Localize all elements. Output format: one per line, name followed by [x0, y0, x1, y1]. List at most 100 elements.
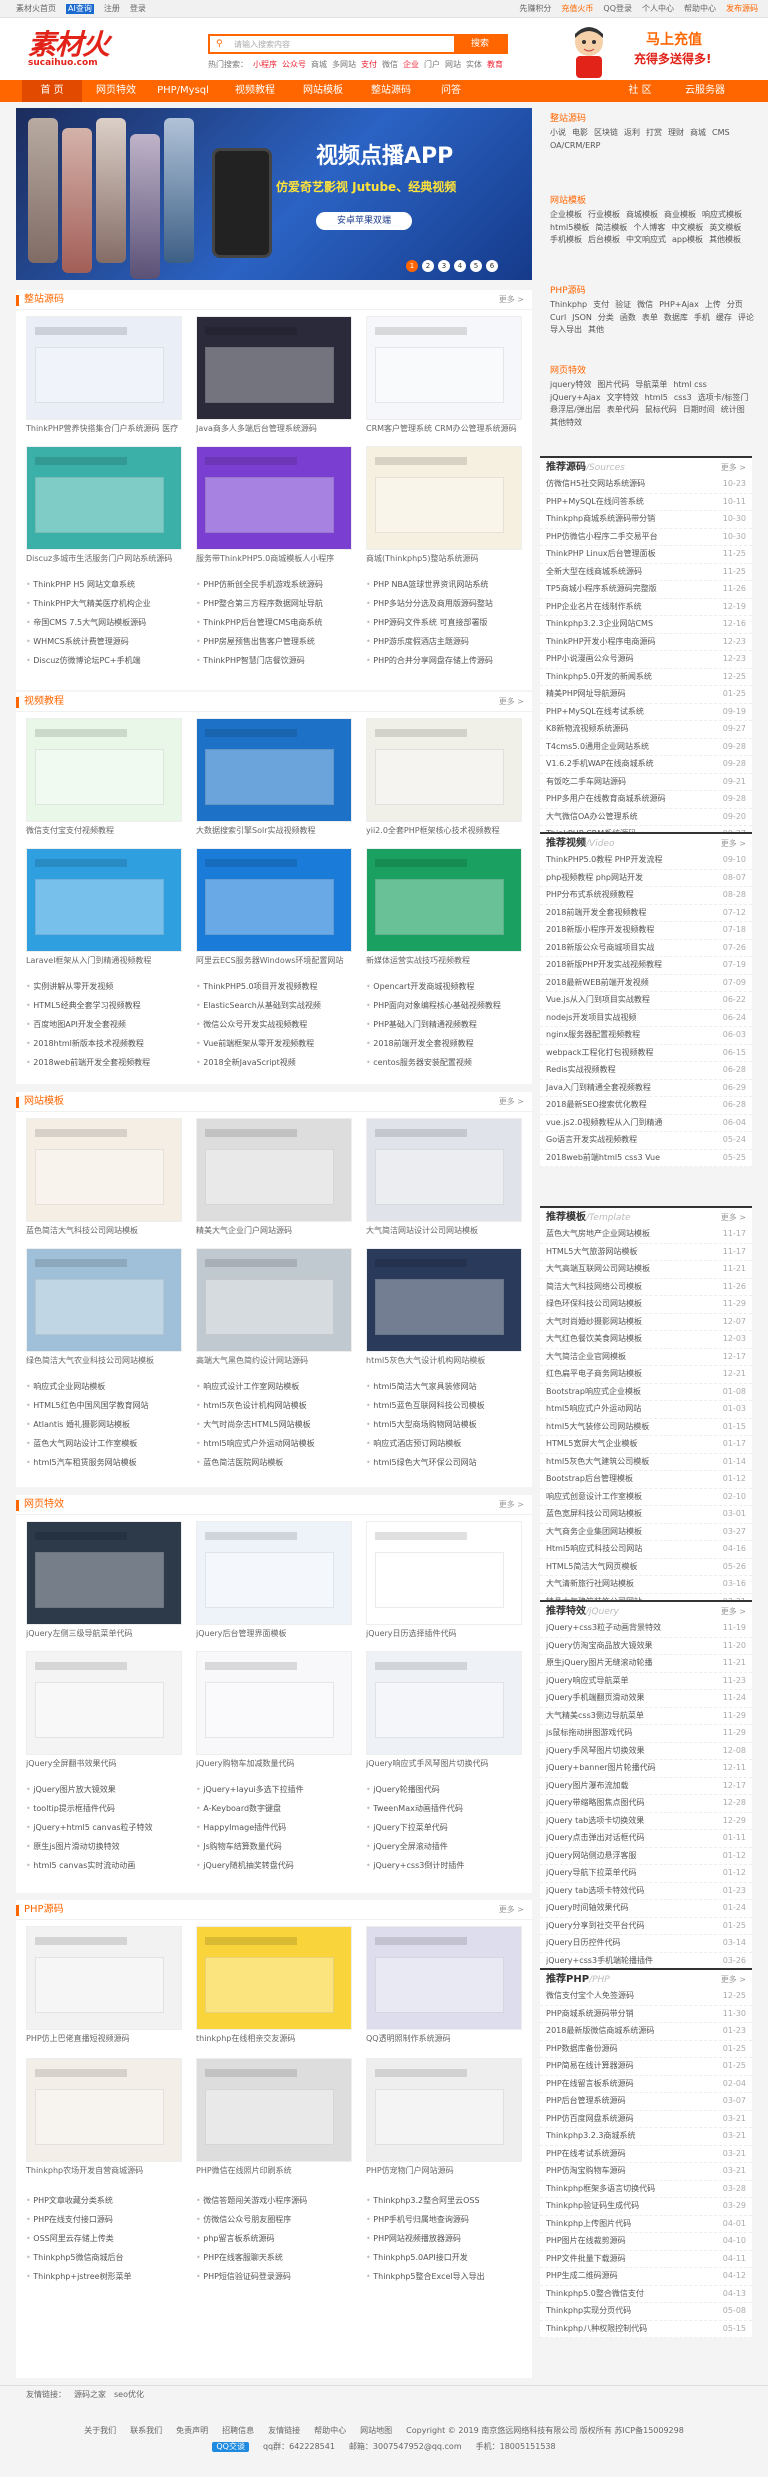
ranking-item-title[interactable]: PHP+MySQL在线问答系统 — [546, 497, 719, 507]
list-item[interactable]: PHP短信验证码登录源码 — [196, 2272, 356, 2282]
ranking-row[interactable]: PHP简易在线计算器源码 01-25 — [540, 2058, 752, 2076]
ranking-row[interactable]: jQuery图片瀑布流加载 12-17 — [540, 1778, 752, 1795]
more-link[interactable]: 更多 > — [499, 697, 524, 707]
list-item[interactable]: html5绿色大气环保公司网站 — [366, 1458, 526, 1468]
list-item[interactable]: ThinkPHP5.0项目开发视频教程 — [196, 982, 356, 992]
ranking-row[interactable]: T4cms5.0通用企业网站系统 09-28 — [540, 739, 752, 756]
list-item[interactable]: PHP文章收藏分类系统 — [26, 2196, 186, 2206]
ranking-row[interactable]: Bootstrap响应式企业模板 01-08 — [540, 1384, 752, 1401]
card-thumbnail[interactable] — [26, 2058, 182, 2162]
tag-link[interactable]: 支付 — [593, 300, 609, 310]
recharge-promo[interactable]: 马上充值 充得多送得多! — [560, 24, 760, 80]
list-item[interactable]: PHP多站分分选及商用版源码整站 — [366, 599, 526, 609]
ranking-row[interactable]: Bootstrap后台管理模板 01-12 — [540, 1471, 752, 1489]
list-item[interactable]: HappyImage插件代码 — [196, 1823, 356, 1833]
tag-link[interactable]: jQuery+Ajax — [550, 393, 601, 403]
ranking-item-title[interactable]: 大气高端互联网公司网站模板 — [546, 1264, 719, 1274]
list-item[interactable]: html5蓝色互联网科技公司模板 — [366, 1401, 526, 1411]
list-item[interactable]: ElasticSearch从基础到实战视频 — [196, 1001, 356, 1011]
ranking-item-title[interactable]: PHP简易在线计算器源码 — [546, 2061, 719, 2071]
ranking-item-title[interactable]: 微信支付宝个人免签源码 — [546, 1991, 719, 2001]
ranking-item-title[interactable]: jQuery带缩略图焦点图代码 — [546, 1798, 719, 1808]
resource-card[interactable]: jQuery日历选择插件代码 — [366, 1521, 522, 1639]
ranking-row[interactable]: jQuery tab选项卡特效代码 01-23 — [540, 1883, 752, 1900]
ranking-row[interactable]: 2018新版公众号商城项目实战 07-26 — [540, 940, 752, 957]
list-item[interactable]: 微信公众号开发实战视频教程 — [196, 1020, 356, 1030]
tag-link[interactable]: 个人博客 — [633, 223, 665, 233]
card-thumbnail[interactable] — [366, 1521, 522, 1625]
resource-card[interactable]: 服务带ThinkPHP5.0商城模板人小程序 — [196, 446, 352, 564]
ranking-row[interactable]: HTML5简洁大气网页模板 05-26 — [540, 1559, 752, 1576]
nav-qa[interactable]: 问答 — [426, 80, 476, 102]
card-title[interactable]: 大数据搜索引擎Solr实战视频教程 — [196, 826, 352, 836]
list-item[interactable]: PHP在线支付接口源码 — [26, 2215, 186, 2225]
section-title[interactable]: 网页特效 — [16, 1499, 64, 1511]
card-thumbnail[interactable] — [26, 446, 182, 550]
hot-item[interactable]: 小程序 — [253, 60, 277, 70]
resource-card[interactable]: jQuery响应式手风琴图片切换代码 — [366, 1651, 522, 1769]
ranking-item-title[interactable]: PHP多用户在线教育商城系统源码 — [546, 794, 719, 804]
nav-home[interactable]: 首 页 — [22, 80, 82, 102]
ranking-row[interactable]: jQuery+banner图片轮播代码 12-11 — [540, 1760, 752, 1778]
ranking-item-title[interactable]: jQuery导航下拉菜单代码 — [546, 1868, 719, 1878]
card-title[interactable]: 微信支付宝支付视频教程 — [26, 826, 182, 836]
ranking-row[interactable]: ThinkPHP5.0教程 PHP开发流程 09-10 — [540, 852, 752, 870]
card-title[interactable]: PHP仿上巴佬直播短视频源码 — [26, 2034, 182, 2044]
tag-link[interactable]: 日期时间 — [683, 405, 715, 415]
ranking-item-title[interactable]: 有饭吃二手车网站源码 — [546, 777, 719, 787]
section-title[interactable]: 整站源码 — [16, 294, 64, 306]
earn-points-link[interactable]: 先赚积分 — [519, 4, 551, 14]
ranking-item-title[interactable]: jQuery tab选项卡特效代码 — [546, 1886, 719, 1896]
card-title[interactable]: 服务带ThinkPHP5.0商城模板人小程序 — [196, 554, 352, 564]
list-item[interactable]: TweenMax动画插件代码 — [366, 1804, 526, 1814]
ranking-item-title[interactable]: Html5响应式科技公司网站 — [546, 1544, 719, 1554]
ranking-item-title[interactable]: 绿色环保科技公司网站模板 — [546, 1299, 719, 1309]
ranking-item-title[interactable]: jQuery网站侧边悬浮客服 — [546, 1851, 719, 1861]
ranking-item-title[interactable]: 蓝色大气房地产企业网站模板 — [546, 1229, 719, 1239]
qq-chat-button[interactable]: QQ交谈 — [212, 2442, 249, 2452]
list-item[interactable]: PHP面向对象编程核心基础视频教程 — [366, 1001, 526, 1011]
hot-item[interactable]: 教育 — [487, 60, 503, 70]
list-item[interactable]: ThinkPHP智慧门店餐饮源码 — [196, 656, 356, 666]
ranking-item-title[interactable]: PHP小说漫画公众号源码 — [546, 654, 719, 664]
ranking-item-title[interactable]: PHP仿百度网盘系统源码 — [546, 2114, 719, 2124]
tag-link[interactable]: 商城 — [690, 128, 706, 138]
list-item[interactable]: ThinkPHP后台管理CMS电商系统 — [196, 618, 356, 628]
list-item[interactable]: html5汽车租赁服务网站模板 — [26, 1458, 186, 1468]
tag-link[interactable]: 导航菜单 — [635, 380, 667, 390]
site-logo[interactable]: 素材火 sucaihuo.com — [28, 28, 110, 68]
ranking-row[interactable]: 2018web前端html5 css3 Vue 05-25 — [540, 1150, 752, 1167]
resource-card[interactable]: jQuery全屏翻书效果代码 — [26, 1651, 182, 1769]
ranking-item-title[interactable]: 2018新版公众号商城项目实战 — [546, 943, 719, 953]
list-item[interactable]: A-Keyboard数字键盘 — [196, 1804, 356, 1814]
footer-contact[interactable]: 联系我们 — [130, 2426, 162, 2436]
ranking-item-title[interactable]: jQuery分享到社交平台代码 — [546, 1921, 719, 1931]
ranking-row[interactable]: Redis实战视频教程 06-28 — [540, 1062, 752, 1080]
card-thumbnail[interactable] — [26, 1926, 182, 2030]
list-item[interactable]: PHP基础入门到精通视频教程 — [366, 1020, 526, 1030]
ranking-item-title[interactable]: Go语言开发实战视频教程 — [546, 1135, 719, 1145]
ranking-item-title[interactable]: vue.js2.0视频教程从入门到精通 — [546, 1118, 719, 1128]
ranking-row[interactable]: 仿微信H5社交网站系统源码 10-23 — [540, 476, 752, 494]
publish-source-link[interactable]: 发布源码 — [726, 4, 758, 14]
card-title[interactable]: 高端大气黑色简约设计网站源码 — [196, 1356, 352, 1366]
tag-link[interactable]: CMS — [712, 128, 730, 138]
list-item[interactable]: 大气时尚杂志HTML5网站模板 — [196, 1420, 356, 1430]
ai-query-link[interactable]: AI查询 — [66, 4, 94, 14]
tag-link[interactable]: 微信 — [637, 300, 653, 310]
ranking-row[interactable]: Thinkphp上传图片代码 04-01 — [540, 2216, 752, 2233]
ranking-row[interactable]: PHP图片在线裁剪源码 04-10 — [540, 2233, 752, 2251]
list-item[interactable]: jQuery下拉菜单代码 — [366, 1823, 526, 1833]
ranking-item-title[interactable]: jQuery日历控件代码 — [546, 1938, 719, 1948]
ranking-item-title[interactable]: 2018最新WEB前端开发视频 — [546, 978, 719, 988]
ranking-row[interactable]: 响应式创意设计工作室模板 02-10 — [540, 1489, 752, 1506]
ranking-item-title[interactable]: 大气精美css3侧边导航菜单 — [546, 1711, 719, 1721]
list-item[interactable]: Thinkphp3.2整合阿里云OSS — [366, 2196, 526, 2206]
login-link[interactable]: 登录 — [130, 4, 146, 14]
list-item[interactable]: HTML5红色中国风国学教育网站 — [26, 1401, 186, 1411]
card-thumbnail[interactable] — [196, 1926, 352, 2030]
ranking-item-title[interactable]: jQuery时间轴效果代码 — [546, 1903, 719, 1913]
hot-item[interactable]: 多网站 — [332, 60, 356, 70]
ranking-row[interactable]: jQuery tab选项卡切换效果 12-29 — [540, 1813, 752, 1830]
list-item[interactable]: jQuery随机抽奖转盘代码 — [196, 1861, 356, 1871]
